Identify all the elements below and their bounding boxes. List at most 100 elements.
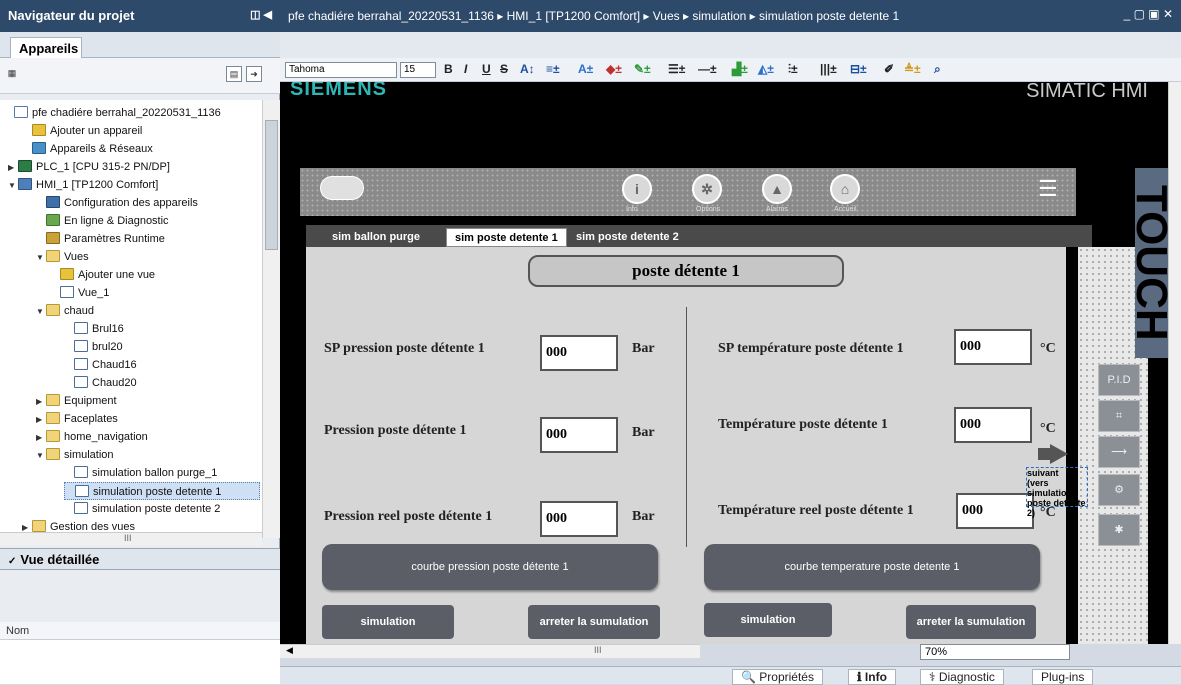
next-arrow-icon[interactable] xyxy=(1050,444,1068,464)
tree-item[interactable]: Chaud16 xyxy=(64,356,137,374)
canvas-vscrollbar[interactable] xyxy=(1168,82,1181,644)
text-size-icon[interactable]: A↕ xyxy=(520,62,535,76)
tree-item[interactable]: ▶ PLC_1 [CPU 315-2 PN/DP] xyxy=(8,158,170,176)
expand-right-icon[interactable]: ▶ xyxy=(36,429,46,447)
hmi-canvas[interactable]: SIEMENS SIMATIC HMI i Info ✲ Options ▲ Alarms… xyxy=(280,82,1168,644)
sp-pression-field[interactable]: 000 xyxy=(540,335,618,371)
detail-column-name[interactable]: Nom xyxy=(0,622,280,640)
tree-item[interactable]: En ligne & Diagnostic xyxy=(36,212,169,230)
expand-down-icon[interactable]: ▼ xyxy=(8,177,18,195)
tree-item[interactable]: Paramètres Runtime xyxy=(36,230,165,248)
fill-color-icon[interactable]: ◆± xyxy=(606,62,622,76)
tree-item[interactable]: pfe chadiére berrahal_20220531_1136 xyxy=(4,104,221,122)
zoom-select[interactable]: 70% xyxy=(920,644,1070,660)
courbe-pression-button[interactable]: courbe pression poste détente 1 xyxy=(322,544,658,590)
detail-view-header[interactable]: ✓ Vue détaillée xyxy=(0,548,280,570)
line-style-icon[interactable]: ☰± xyxy=(668,62,685,76)
scroll-left-icon[interactable]: ◀ xyxy=(286,645,293,656)
menu-icon[interactable]: ☰ xyxy=(1038,178,1066,200)
folder-icon xyxy=(46,412,60,424)
canvas-hscrollbar[interactable]: ◀ III xyxy=(280,644,700,658)
arreter-temp-button[interactable]: arreter la sumulation xyxy=(906,605,1036,639)
tree-item[interactable]: ▼ HMI_1 [TP1200 Comfort] xyxy=(8,176,158,194)
export-icon[interactable]: ➜ xyxy=(246,66,262,82)
tree-item[interactable]: simulation ballon purge_1 xyxy=(64,464,217,482)
view-toggle-icon[interactable]: ▤ xyxy=(226,66,242,82)
zoom-icon[interactable]: ⌕ xyxy=(934,62,941,77)
sp-temp-field[interactable]: 000 xyxy=(954,329,1032,365)
alarms-icon[interactable]: ▲ xyxy=(762,174,792,204)
arreter-pression-button[interactable]: arreter la sumulation xyxy=(528,605,660,639)
temp-field[interactable]: 000 xyxy=(954,407,1032,443)
courbe-temperature-button[interactable]: courbe temperature poste detente 1 xyxy=(704,544,1040,590)
expand-right-icon[interactable]: ▶ xyxy=(36,393,46,411)
tree-item[interactable]: ▶ Faceplates xyxy=(36,410,118,428)
tree-item[interactable]: ▼ chaud xyxy=(36,302,94,320)
pression-field[interactable]: 000 xyxy=(540,417,618,453)
info-icon[interactable]: i xyxy=(622,174,652,204)
tree-item[interactable]: simulation poste detente 2 xyxy=(64,500,220,518)
tab-appareils[interactable]: Appareils xyxy=(10,37,82,58)
tree-hscrollbar[interactable]: III xyxy=(0,532,262,546)
expand-down-icon[interactable]: ▼ xyxy=(36,447,46,465)
distribute-icon[interactable]: ⫶± xyxy=(788,62,798,77)
font-color-icon[interactable]: A± xyxy=(578,62,593,76)
layers-icon[interactable]: ≜± xyxy=(904,62,921,76)
font-family-select[interactable]: Tahoma xyxy=(285,62,397,78)
tools-button[interactable]: ✱ xyxy=(1098,514,1140,546)
key-button[interactable]: ⟶ xyxy=(1098,436,1140,468)
expand-right-icon[interactable]: ▶ xyxy=(36,411,46,429)
tree-item[interactable]: Appareils & Réseaux xyxy=(22,140,153,158)
tree-item[interactable]: ▼ simulation xyxy=(36,446,114,464)
line-width-icon[interactable]: —± xyxy=(698,62,717,76)
tree-item[interactable]: brul20 xyxy=(64,338,123,356)
home-icon[interactable]: ⌂ xyxy=(830,174,860,204)
expand-right-icon[interactable]: ▶ xyxy=(8,159,18,177)
tree-item[interactable]: Ajouter une vue xyxy=(50,266,155,284)
font-size-select[interactable]: 15 xyxy=(400,62,436,78)
suivant-button[interactable]: suivant (vers simulation poste detente 2… xyxy=(1026,467,1088,518)
tree-item[interactable]: simulation poste detente 1 xyxy=(64,482,260,500)
window-controls[interactable]: _ ▢ ▣ ✕ xyxy=(1124,7,1173,21)
group-icon[interactable]: ⊟± xyxy=(850,62,867,76)
tree-item[interactable]: Chaud20 xyxy=(64,374,137,392)
underline-icon[interactable]: U xyxy=(482,62,491,76)
plugins-tab[interactable]: Plug-ins xyxy=(1032,669,1094,685)
tree-item[interactable]: Ajouter un appareil xyxy=(22,122,142,140)
bold-icon[interactable]: B xyxy=(444,62,453,76)
tab-sim-ballon-purge[interactable]: sim ballon purge xyxy=(324,228,428,247)
settings-button[interactable]: ⚙ xyxy=(1098,474,1140,506)
proprietes-tab[interactable]: 🔍 Propriétés xyxy=(732,669,823,685)
tab-sim-poste-detente-2[interactable]: sim poste detente 2 xyxy=(568,228,687,247)
edit-icon[interactable]: ✐ xyxy=(884,62,894,76)
arrange-icon[interactable]: ▟± xyxy=(732,62,748,76)
pression-reel-field[interactable]: 000 xyxy=(540,501,618,537)
grid-button[interactable]: ⌗ xyxy=(1098,400,1140,432)
columns-icon[interactable]: |||± xyxy=(820,62,837,76)
simulation-temp-button[interactable]: simulation xyxy=(704,603,832,637)
temp-reel-field[interactable]: 000 xyxy=(956,493,1034,529)
info-tab[interactable]: ℹ Info xyxy=(848,669,896,685)
collapse-icon[interactable]: ◫ ◀ xyxy=(250,8,272,21)
expand-down-icon[interactable]: ▼ xyxy=(36,249,46,267)
tab-sim-poste-detente-1[interactable]: sim poste detente 1 xyxy=(446,228,567,247)
tree-item[interactable]: ▶ home_navigation xyxy=(36,428,148,446)
tree-scrollbar[interactable] xyxy=(262,100,280,538)
strikethrough-icon[interactable]: S xyxy=(500,62,508,76)
italic-icon[interactable]: I xyxy=(464,62,467,76)
tree-item[interactable]: ▶ Equipment xyxy=(36,392,117,410)
tree-item[interactable]: Configuration des appareils xyxy=(36,194,198,212)
align-icon[interactable]: ≡± xyxy=(546,62,560,76)
pression-reel-label: Pression reel poste détente 1 xyxy=(324,509,493,524)
rotate-icon[interactable]: ◭± xyxy=(758,62,774,76)
expand-down-icon[interactable]: ▼ xyxy=(36,303,46,321)
diagnostic-tab[interactable]: ⚕ Diagnostic xyxy=(920,669,1004,685)
line-color-icon[interactable]: ✎± xyxy=(634,62,651,76)
table-icon[interactable]: ▦ xyxy=(4,66,20,82)
simulation-pression-button[interactable]: simulation xyxy=(322,605,454,639)
tree-item[interactable]: Vue_1 xyxy=(50,284,109,302)
tree-item[interactable]: ▼ Vues xyxy=(36,248,89,266)
tree-item[interactable]: Brul16 xyxy=(64,320,124,338)
options-icon[interactable]: ✲ xyxy=(692,174,722,204)
pid-button[interactable]: P.I.D xyxy=(1098,364,1140,396)
